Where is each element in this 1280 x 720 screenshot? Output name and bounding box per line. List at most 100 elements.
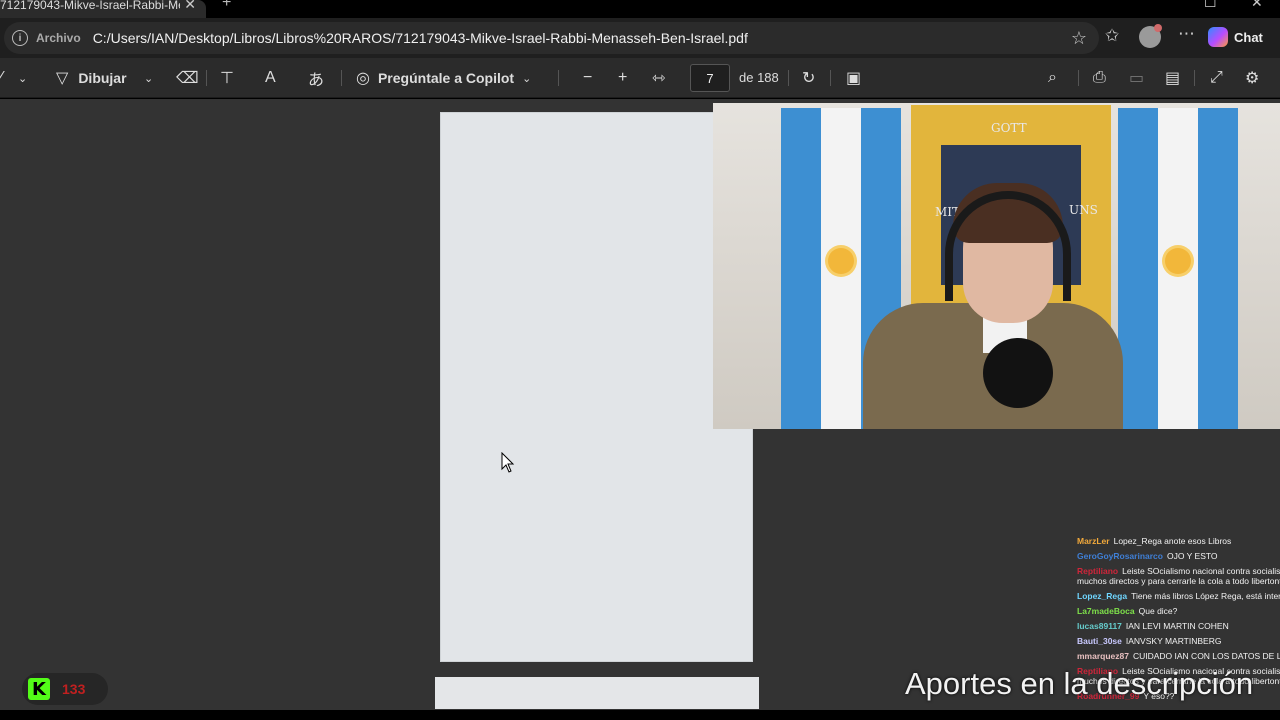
pdf-page[interactable] xyxy=(440,112,753,662)
address-bar-row: i Archivo C:/Users/IAN/Desktop/Libros/Li… xyxy=(0,18,1280,58)
kick-logo-icon: K xyxy=(28,678,50,700)
chat-username: Reptiliano xyxy=(1077,566,1119,576)
chat-username: mmarquez87 xyxy=(1077,651,1129,661)
notification-dot xyxy=(1154,24,1162,32)
zoom-out-button[interactable]: − xyxy=(583,58,592,98)
overlay-caption: Aportes en la descripción xyxy=(905,666,1254,701)
chat-message: MarzLer Lopez_Rega anote esos Libros xyxy=(1077,536,1280,546)
save-icon: ▭ xyxy=(1129,70,1145,87)
save-button[interactable]: ▭ xyxy=(1129,58,1144,98)
print-button[interactable]: ⎙ xyxy=(1093,58,1106,98)
translate-button[interactable]: あ xyxy=(308,58,324,98)
more-options-icon[interactable]: ⋯ xyxy=(1178,24,1195,44)
webcam-overlay: GOTT MIT UNS xyxy=(713,103,1280,429)
chat-text: CUIDADO IAN CON LOS DATOS DE LA xyxy=(1132,651,1280,661)
chat-text: Lopez_Rega anote esos Libros xyxy=(1113,536,1232,546)
sun-icon xyxy=(828,248,854,274)
page-total: de 188 xyxy=(739,70,779,85)
expand-icon: ⤢ xyxy=(1210,69,1223,86)
address-scheme-label: Archivo xyxy=(36,31,81,45)
tab-title: 712179043-Mikve-Israel-Rabbi-Me xyxy=(0,0,180,12)
pdf-toolbar: ∕ ⌄ ▽ Dibujar ⌄ ⌫ ⊤ A あ ◎ Pregúntale a C… xyxy=(0,58,1280,98)
chat-username: Lopez_Rega xyxy=(1077,591,1128,601)
toolbar-divider xyxy=(788,70,789,86)
copilot-outline-icon: ◎ xyxy=(356,70,370,87)
viewer-count: 133 xyxy=(62,681,86,697)
chat-text: Leiste SOcialismo nacional contra social… xyxy=(1122,566,1280,576)
minus-icon: − xyxy=(583,69,593,86)
toolbar-divider xyxy=(558,70,559,86)
copilot-chat-button[interactable]: Chat xyxy=(1208,24,1263,50)
chat-message: Bauti_30se IANVSKY MARTINBERG xyxy=(1077,636,1280,646)
pdf-next-page[interactable] xyxy=(435,677,759,709)
page-view-button[interactable]: ▣ xyxy=(846,58,861,98)
chat-username: Bauti_30se xyxy=(1077,636,1122,646)
draw-dropdown[interactable]: ⌄ xyxy=(144,58,153,98)
sun-icon xyxy=(1165,248,1191,274)
toolbar-divider xyxy=(206,70,207,86)
chat-text: IANVSKY MARTINBERG xyxy=(1125,636,1222,646)
rotate-icon: ↻ xyxy=(802,70,816,87)
copilot-icon xyxy=(1208,27,1228,47)
read-aloud-icon: A xyxy=(265,69,276,86)
zoom-in-button[interactable]: + xyxy=(618,58,627,98)
bottom-bar xyxy=(0,710,1280,720)
chat-message: lucas89117 IAN LEVI MARTIN COHEN xyxy=(1077,621,1280,631)
fit-width-button[interactable]: ⇿ xyxy=(652,58,665,98)
new-tab-button[interactable]: + xyxy=(222,0,231,12)
maximize-icon[interactable]: ☐ xyxy=(1204,0,1217,11)
chat-message: Lopez_Rega Tiene más libros López Rega, e… xyxy=(1077,591,1280,601)
text-box-icon: ⊤ xyxy=(220,70,234,87)
ask-copilot-button[interactable]: ◎ Pregúntale a Copilot ⌄ xyxy=(356,58,531,98)
url-text[interactable]: C:/Users/IAN/Desktop/Libros/Libros%20RAR… xyxy=(93,30,748,46)
save-as-button[interactable]: ▤ xyxy=(1165,58,1180,98)
close-tab-icon[interactable]: ✕ xyxy=(184,0,196,13)
close-window-icon[interactable]: ✕ xyxy=(1251,0,1263,11)
translate-icon: あ xyxy=(308,72,325,89)
text-box-button[interactable]: ⊤ xyxy=(220,58,234,98)
ask-copilot-label: Pregúntale a Copilot xyxy=(377,70,515,86)
tab-strip: 712179043-Mikve-Israel-Rabbi-Me ✕ + ☐ ✕ xyxy=(0,0,1280,18)
chevron-down-icon: ⌄ xyxy=(522,72,532,85)
kick-viewer-badge: K 133 xyxy=(22,673,108,705)
toolbar-divider xyxy=(1194,70,1195,86)
address-bar[interactable]: i Archivo C:/Users/IAN/Desktop/Libros/Li… xyxy=(4,22,1099,54)
eraser-button[interactable]: ⌫ xyxy=(176,58,199,98)
chat-username: La7madeBoca xyxy=(1077,606,1135,616)
save-as-icon: ▤ xyxy=(1165,70,1181,87)
eraser-icon: ⌫ xyxy=(176,70,199,87)
plus-icon: + xyxy=(618,69,628,86)
draw-label: Dibujar xyxy=(78,70,127,86)
microphone-icon xyxy=(983,338,1053,408)
fit-width-icon: ⇿ xyxy=(652,70,666,87)
chat-label: Chat xyxy=(1234,29,1263,45)
chat-username: MarzLer xyxy=(1077,536,1110,546)
favorite-star-icon[interactable]: ☆ xyxy=(1071,28,1087,49)
flag-right xyxy=(1118,108,1238,429)
toolbar-divider xyxy=(830,70,831,86)
favorites-icon[interactable]: ✩ xyxy=(1105,26,1119,46)
search-icon: ⌕ xyxy=(1048,69,1057,86)
banner-right-text: UNS xyxy=(1069,203,1098,217)
settings-button[interactable]: ⚙ xyxy=(1245,58,1259,98)
chat-message: La7madeBoca Que dice? xyxy=(1077,606,1280,616)
highlight-dropdown[interactable]: ⌄ xyxy=(18,58,27,98)
chevron-down-icon: ⌄ xyxy=(18,72,28,85)
highlight-tool-button[interactable]: ∕ xyxy=(0,58,3,98)
chat-text: OJO Y ESTO xyxy=(1166,551,1218,561)
page-view-icon: ▣ xyxy=(846,70,862,87)
read-aloud-button[interactable]: A xyxy=(265,58,276,98)
info-icon[interactable]: i xyxy=(12,30,28,46)
mouse-cursor-icon xyxy=(501,452,515,473)
fullscreen-button[interactable]: ⤢ xyxy=(1210,58,1223,98)
rotate-button[interactable]: ↻ xyxy=(802,58,815,98)
page-number-input[interactable]: 7 xyxy=(690,64,730,92)
chat-text: Tiene más libros López Rega, está intere xyxy=(1131,591,1280,601)
chat-text: Que dice? xyxy=(1138,606,1178,616)
draw-button[interactable]: ▽ Dibujar xyxy=(56,58,127,98)
search-button[interactable]: ⌕ xyxy=(1048,58,1057,98)
browser-tab[interactable]: 712179043-Mikve-Israel-Rabbi-Me ✕ xyxy=(0,0,206,18)
chat-username: GeroGoyRosarinarco xyxy=(1077,551,1163,561)
gear-icon: ⚙ xyxy=(1245,70,1260,87)
chevron-down-icon: ⌄ xyxy=(144,72,154,85)
